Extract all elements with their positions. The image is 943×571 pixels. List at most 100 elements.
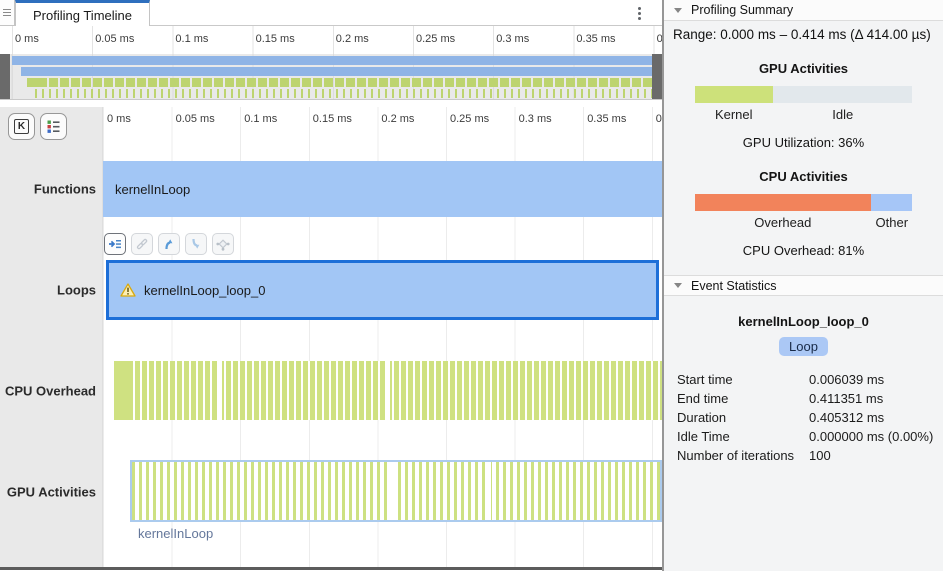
overview-strip[interactable] [0, 54, 662, 100]
profiling-summary-content: Range: 0.000 ms – 0.414 ms (Δ 414.00 µs)… [664, 21, 943, 275]
gpu-activities-bar [695, 86, 913, 103]
cpu-activities-title: CPU Activities [664, 169, 943, 184]
ruler-tick-label: 0.05 ms [95, 33, 134, 45]
section-header-event-statistics[interactable]: Event Statistics [664, 275, 943, 296]
collapse-triangle-icon [674, 8, 682, 13]
tab-profiling-timeline[interactable]: Profiling Timeline [15, 0, 150, 27]
overview-gpu-track [35, 89, 652, 98]
legend-icon [46, 119, 61, 134]
ruler-tick-label: 0.2 ms [381, 113, 414, 125]
navigate-up-button[interactable] [158, 233, 180, 255]
row-label-gpu-activities: GPU Activities [7, 485, 96, 500]
cpu-overhead-readout: CPU Overhead: 81% [664, 243, 943, 258]
loops-bar-selected[interactable]: kernelInLoop_loop_0 [106, 260, 659, 320]
link-button[interactable] [131, 233, 153, 255]
ruler-tick-label: 0.3 ms [496, 33, 529, 45]
stat-value: 100 [809, 448, 943, 463]
gpu-utilization-readout: GPU Utilization: 36% [664, 135, 943, 150]
ruler-tick-label: 0.3 ms [519, 113, 552, 125]
ruler-tick-label: 0.35 ms [576, 33, 615, 45]
stat-label: Idle Time [677, 429, 809, 444]
stat-label: Start time [677, 372, 809, 387]
overview-loops-track [21, 67, 652, 76]
kebab-menu-icon[interactable] [632, 5, 646, 21]
stat-value: 0.411351 ms [809, 391, 943, 406]
functions-bar[interactable]: kernelInLoop [103, 161, 662, 217]
arrow-down-icon [189, 237, 203, 251]
panel-grip-icon[interactable] [0, 0, 15, 26]
stat-value: 0.000000 ms (0.00%) [809, 429, 943, 444]
overview-ruler[interactable]: 0 ms0.05 ms0.1 ms0.15 ms0.2 ms0.25 ms0.3… [0, 26, 662, 54]
row-label-functions: Functions [34, 182, 96, 197]
gpu-kernel-segment [695, 86, 773, 103]
ruler-tick-label: 0.15 ms [313, 113, 352, 125]
tab-bar: Profiling Timeline [0, 0, 662, 26]
loops-toolbar [104, 233, 234, 256]
stat-value: 0.006039 ms [809, 372, 943, 387]
ruler-tick-label: 0.05 ms [176, 113, 215, 125]
cpu-other-label: Other [871, 215, 912, 230]
gpu-kernel-label: Kernel [695, 107, 773, 122]
navigate-down-button[interactable] [185, 233, 207, 255]
gpu-bar-labels: Kernel Idle [695, 107, 913, 122]
flow-graph-icon [216, 237, 230, 251]
link-icon [135, 237, 149, 251]
stat-label: Duration [677, 410, 809, 425]
section-header-profiling-summary[interactable]: Profiling Summary [664, 0, 943, 21]
view-source-icon [108, 237, 122, 251]
timeline-panel: Profiling Timeline 0 ms 0.05 ms 0.1 ms 0.15… [0, 0, 662, 571]
panel-bottom-border [0, 567, 662, 570]
ruler-tick-label: 0.35 ms [587, 113, 626, 125]
stripe-gap [390, 462, 394, 520]
gpu-idle-segment [773, 86, 913, 103]
stat-value: 0.405312 ms [809, 410, 943, 425]
gpu-idle-label: Idle [773, 107, 913, 122]
section-title: Event Statistics [691, 279, 776, 293]
loops-bar-label: kernelInLoop_loop_0 [144, 283, 265, 298]
stripe-gap [387, 361, 390, 420]
legend-button[interactable] [40, 113, 67, 140]
overview-handle-right[interactable] [652, 54, 662, 99]
collapse-triangle-icon [674, 283, 682, 288]
tab-label: Profiling Timeline [33, 8, 132, 23]
row-label-gutter: K Functions Loops CPU Overhead GPU Activ… [0, 107, 103, 567]
ruler-tick-label: 0.15 ms [256, 33, 295, 45]
row-label-loops: Loops [57, 283, 96, 298]
event-name: kernelInLoop_loop_0 [664, 314, 943, 329]
view-source-button[interactable] [104, 233, 126, 255]
flow-graph-button[interactable] [212, 233, 234, 255]
stat-label: Number of iterations [677, 448, 809, 463]
row-label-cpu-overhead: CPU Overhead [5, 384, 96, 399]
gpu-activities-title: GPU Activities [664, 61, 943, 76]
overview-cpu-track [27, 78, 652, 87]
cpu-overhead-label: Overhead [695, 215, 872, 230]
k-icon: K [14, 119, 29, 134]
ruler-tick-label: 0 ms [15, 33, 39, 45]
profiler-window: Profiling Timeline 0 ms 0.05 ms 0.1 ms 0.15… [0, 0, 943, 571]
functions-bar-label: kernelInLoop [115, 182, 190, 197]
ruler-tick-label: 0.25 ms [416, 33, 455, 45]
summary-panel: Profiling Summary Range: 0.000 ms – 0.41… [662, 0, 943, 571]
event-badge-wrap: Loop [664, 337, 943, 356]
cpu-activities-bar [695, 194, 913, 211]
section-title: Profiling Summary [691, 3, 793, 17]
ruler-tick-label: 0.1 ms [175, 33, 208, 45]
ruler-tick-label: 0 ms [107, 113, 131, 125]
stripe-gap [487, 462, 491, 520]
ruler-tick-label: 0.25 ms [450, 113, 489, 125]
kernel-filter-button[interactable]: K [8, 113, 35, 140]
gpu-activities-track[interactable] [130, 460, 662, 522]
gpu-track-caption: kernelInLoop [138, 526, 213, 541]
cpu-bar-labels: Overhead Other [695, 215, 913, 230]
event-stats-table: Start time 0.006039 ms End time 0.411351… [677, 372, 943, 463]
overview-functions-track [12, 56, 652, 65]
cpu-overhead-track[interactable] [114, 361, 662, 420]
arrow-up-icon [162, 237, 176, 251]
timeline-canvas[interactable]: kernelInLoop [103, 107, 662, 567]
stat-label: End time [677, 391, 809, 406]
ruler-tick-label: 0.1 ms [244, 113, 277, 125]
overview-handle-left[interactable] [0, 54, 10, 99]
event-type-badge: Loop [779, 337, 828, 356]
cpu-overhead-segment [695, 194, 872, 211]
spacer [0, 100, 662, 107]
